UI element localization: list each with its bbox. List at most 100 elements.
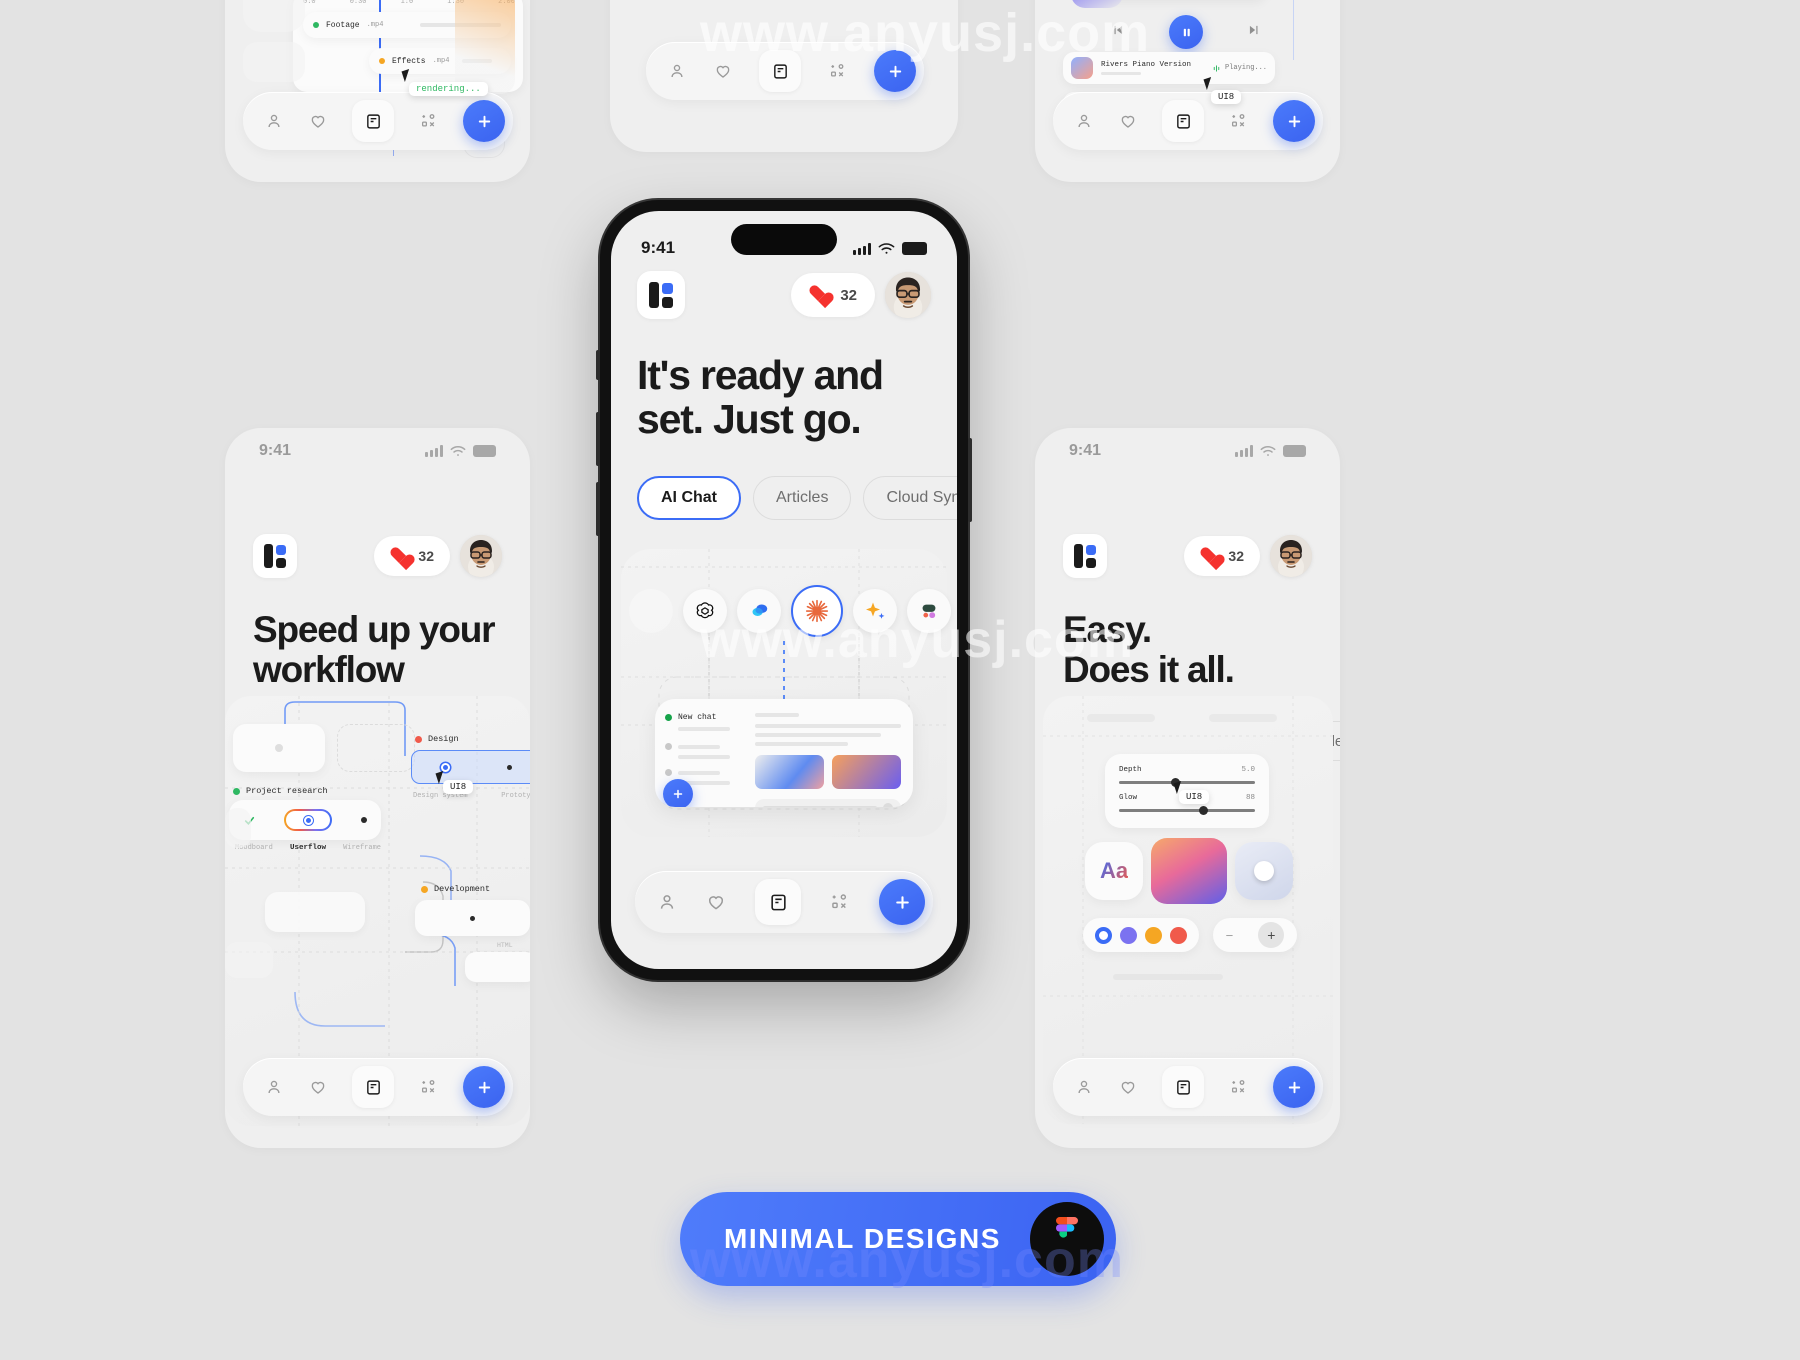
nav-profile-icon[interactable] xyxy=(668,62,686,80)
nav-library-icon[interactable] xyxy=(755,879,801,925)
nav-favorites-icon[interactable] xyxy=(706,892,726,912)
group-label-design: Design xyxy=(415,734,459,744)
chip-articles[interactable]: Articles xyxy=(753,476,852,520)
glow-slider[interactable] xyxy=(1119,806,1255,815)
add-button[interactable] xyxy=(463,1066,505,1108)
copilot-icon[interactable] xyxy=(737,589,781,633)
nav-plugins-icon[interactable] xyxy=(420,1078,438,1096)
volume-up-button[interactable] xyxy=(596,412,600,466)
cellular-bars-icon xyxy=(425,445,443,457)
volume-down-button[interactable] xyxy=(596,482,600,536)
pause-button[interactable] xyxy=(1169,15,1203,49)
depth-slider[interactable] xyxy=(1119,778,1255,787)
playing-status: Playing... xyxy=(1224,64,1267,72)
flow-step-group-design[interactable] xyxy=(411,750,530,784)
swatch-purple[interactable] xyxy=(1120,926,1137,944)
swatch-blue[interactable] xyxy=(1095,926,1112,944)
nav-library-icon[interactable] xyxy=(352,1066,394,1108)
chat-preview-card[interactable]: New chat xyxy=(655,699,913,807)
stepper-minus[interactable]: − xyxy=(1226,928,1234,943)
swatch-orange[interactable] xyxy=(1145,926,1162,944)
add-button[interactable] xyxy=(1273,100,1315,142)
app-logo-icon[interactable] xyxy=(253,534,297,578)
chat-item[interactable] xyxy=(665,743,733,750)
gradient-tile[interactable] xyxy=(1151,838,1227,904)
glow-label: Glow xyxy=(1119,794,1138,802)
chip-ai-chat[interactable]: AI Chat xyxy=(637,476,741,520)
add-button[interactable] xyxy=(1273,1066,1315,1108)
thumb-2[interactable] xyxy=(832,755,901,789)
app-logo-icon[interactable] xyxy=(1063,534,1107,578)
thumb-1[interactable] xyxy=(755,755,824,789)
filter-chips: AI Chat Articles Cloud Sync Clea xyxy=(637,476,957,520)
glow-slider-knob[interactable] xyxy=(1199,806,1208,815)
nav-plugins-icon[interactable] xyxy=(830,892,850,912)
flow-node[interactable] xyxy=(265,892,365,932)
next-button[interactable] xyxy=(1247,23,1261,42)
new-chat-button[interactable] xyxy=(663,779,693,807)
nav-favorites-icon[interactable] xyxy=(309,112,327,130)
headline-line-1: Easy. xyxy=(1063,609,1152,650)
track-thumb xyxy=(1071,57,1093,79)
nav-library-icon[interactable] xyxy=(759,50,801,92)
power-button[interactable] xyxy=(968,438,972,522)
nav-plugins-icon[interactable] xyxy=(829,62,847,80)
heart-icon xyxy=(390,547,409,565)
stepper-plus[interactable]: + xyxy=(1258,922,1285,948)
user-avatar[interactable] xyxy=(885,272,931,318)
chat-title-bar xyxy=(678,770,720,775)
gemini-sparkle-icon[interactable] xyxy=(853,589,897,633)
nav-profile-icon[interactable] xyxy=(265,1078,283,1096)
header: 32 xyxy=(1035,534,1340,578)
nav-favorites-icon[interactable] xyxy=(1119,112,1137,130)
step-dot xyxy=(360,817,367,823)
nav-favorites-icon[interactable] xyxy=(714,62,732,80)
user-avatar[interactable] xyxy=(1270,535,1312,577)
add-button[interactable] xyxy=(879,879,925,925)
promo-banner[interactable]: MINIMAL DESIGNS xyxy=(680,1192,1116,1286)
nav-library-icon[interactable] xyxy=(1162,100,1204,142)
flow-step-active[interactable] xyxy=(284,809,332,831)
mute-switch[interactable] xyxy=(596,350,600,380)
openai-icon[interactable] xyxy=(683,589,727,633)
claude-icon[interactable] xyxy=(791,585,843,637)
grok-icon[interactable] xyxy=(907,589,951,633)
like-pill[interactable]: 32 xyxy=(374,536,450,576)
swatch-red[interactable] xyxy=(1170,926,1187,944)
nav-profile-icon[interactable] xyxy=(265,112,283,130)
nav-profile-icon[interactable] xyxy=(657,892,677,912)
flow-node-dev[interactable] xyxy=(415,900,530,936)
ai-tool-partial-left[interactable] xyxy=(629,589,673,633)
add-button[interactable] xyxy=(463,100,505,142)
like-pill[interactable]: 32 xyxy=(791,273,875,317)
nav-profile-icon[interactable] xyxy=(1075,1078,1093,1096)
flow-node[interactable] xyxy=(465,952,530,982)
nav-profile-icon[interactable] xyxy=(1075,112,1093,130)
type-tile[interactable]: Aa xyxy=(1085,842,1143,900)
figma-logo-icon[interactable] xyxy=(1030,1202,1104,1276)
nav-favorites-icon[interactable] xyxy=(1119,1078,1137,1096)
shadow-tile[interactable] xyxy=(1235,842,1293,900)
now-playing-row[interactable]: Rivers Piano Version Playing... xyxy=(1063,52,1275,84)
deco-tile xyxy=(243,42,305,82)
send-icon[interactable] xyxy=(883,803,893,807)
chat-item-active[interactable]: New chat xyxy=(665,713,733,722)
nav-plugins-icon[interactable] xyxy=(420,112,438,130)
prev-button[interactable] xyxy=(1111,23,1125,42)
user-avatar[interactable] xyxy=(460,535,502,577)
chat-item[interactable] xyxy=(665,769,733,776)
nav-library-icon[interactable] xyxy=(1162,1066,1204,1108)
battery-icon xyxy=(1283,445,1306,457)
nav-favorites-icon[interactable] xyxy=(309,1078,327,1096)
chat-list: New chat xyxy=(655,699,743,807)
chip-cloud-sync[interactable]: Cloud Sync xyxy=(863,476,957,520)
like-pill[interactable]: 32 xyxy=(1184,536,1260,576)
nav-plugins-icon[interactable] xyxy=(1230,112,1248,130)
add-button[interactable] xyxy=(874,50,916,92)
app-logo-icon[interactable] xyxy=(637,271,685,319)
nav-plugins-icon[interactable] xyxy=(1230,1078,1248,1096)
status-dot xyxy=(665,714,672,721)
nav-library-icon[interactable] xyxy=(352,100,394,142)
chat-input[interactable] xyxy=(755,799,901,807)
flow-node[interactable] xyxy=(233,724,325,772)
